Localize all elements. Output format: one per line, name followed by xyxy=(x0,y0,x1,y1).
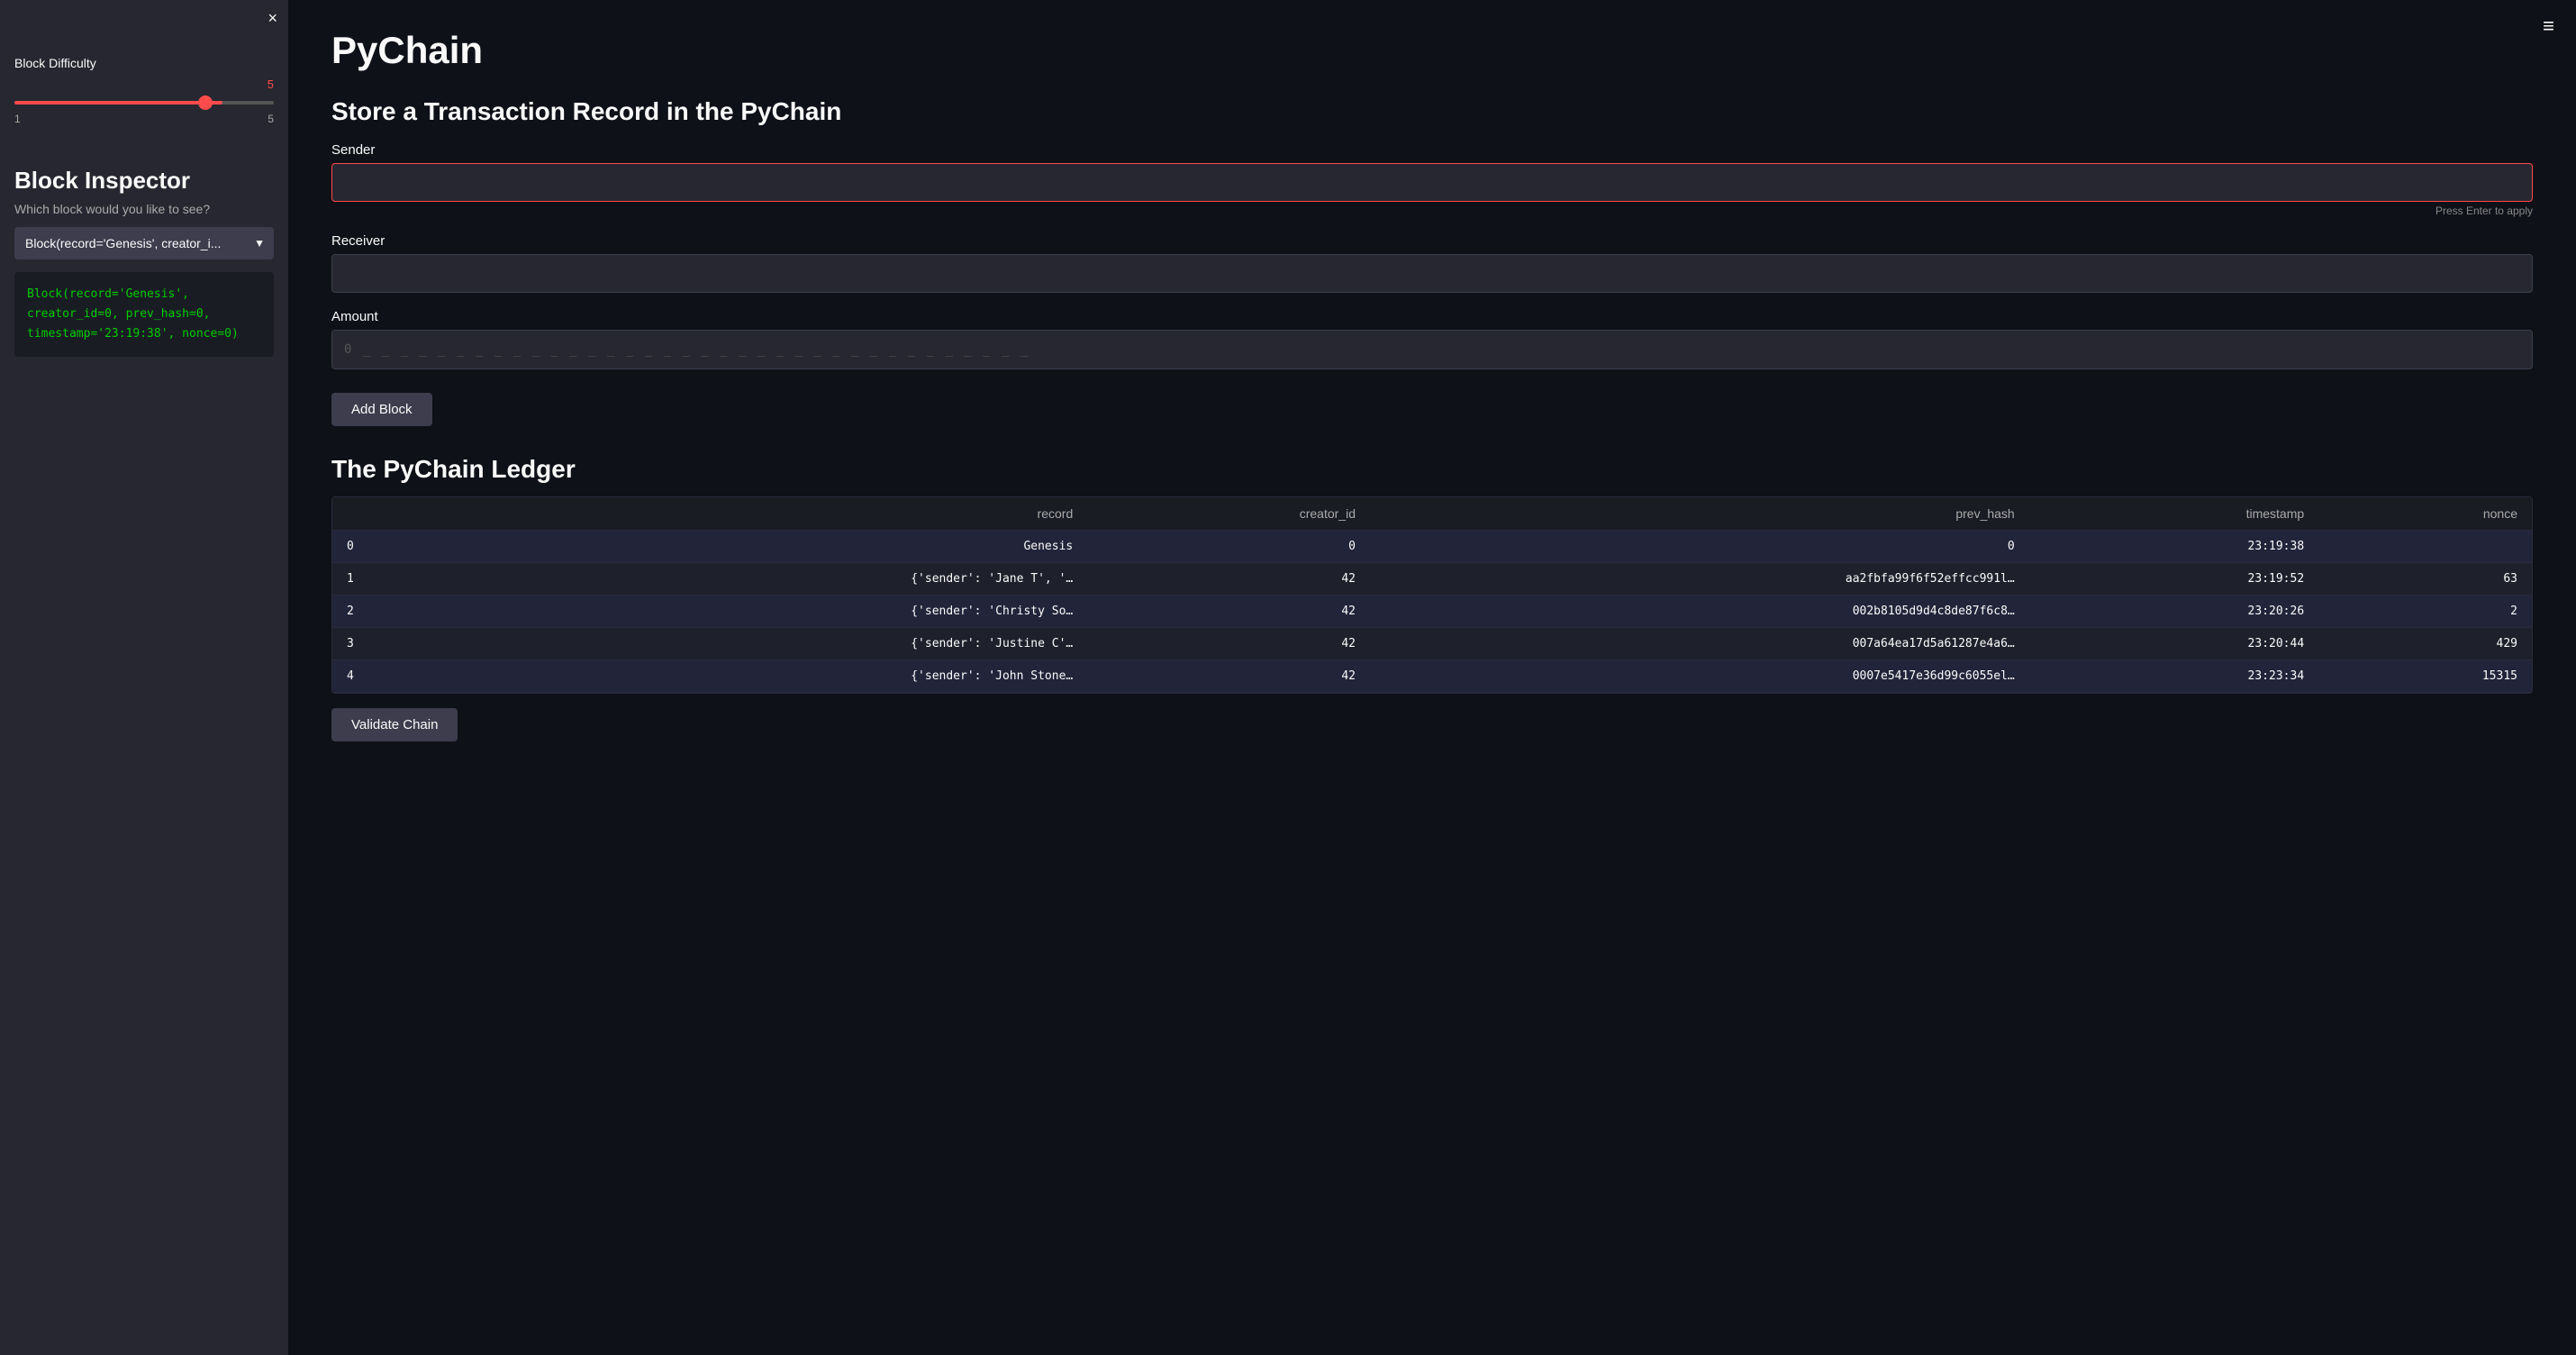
table-header-row: record creator_id prev_hash timestamp no… xyxy=(332,497,2532,531)
difficulty-label: Block Difficulty xyxy=(14,56,274,70)
table-row: 3 {'sender': 'Justine C'… 42 007a64ea17d… xyxy=(332,628,2532,660)
slider-min: 1 xyxy=(14,113,21,125)
cell-nonce: 63 xyxy=(2318,563,2532,596)
col-nonce: nonce xyxy=(2318,497,2532,531)
amount-input[interactable] xyxy=(331,330,2533,369)
cell-index: 4 xyxy=(332,660,452,693)
cell-prev-hash: aa2fbfa99f6f52effcc991l… xyxy=(1370,563,2029,596)
cell-timestamp: 23:20:44 xyxy=(2029,628,2318,660)
amount-label: Amount xyxy=(331,309,2533,324)
sender-hint: Press Enter to apply xyxy=(331,205,2533,217)
cell-record: {'sender': 'Jane T', '… xyxy=(452,563,1088,596)
slider-max: 5 xyxy=(268,113,274,125)
cell-index: 1 xyxy=(332,563,452,596)
main-content: ≡ PyChain Store a Transaction Record in … xyxy=(288,0,2576,1355)
code-line-3: timestamp='23:19:38', nonce=0) xyxy=(27,324,261,344)
cell-index: 3 xyxy=(332,628,452,660)
ledger-title: The PyChain Ledger xyxy=(331,455,2533,484)
cell-record: {'sender': 'John Stone… xyxy=(452,660,1088,693)
sender-field-group: Sender Press Enter to apply xyxy=(331,142,2533,217)
receiver-input[interactable] xyxy=(331,254,2533,293)
cell-nonce xyxy=(2318,531,2532,563)
col-prev-hash: prev_hash xyxy=(1370,497,2029,531)
cell-index: 2 xyxy=(332,596,452,628)
cell-nonce: 429 xyxy=(2318,628,2532,660)
cell-creator-id: 42 xyxy=(1087,628,1370,660)
cell-prev-hash: 002b8105d9d4c8de87f6c8… xyxy=(1370,596,2029,628)
table-row: 2 {'sender': 'Christy So… 42 002b8105d9d… xyxy=(332,596,2532,628)
col-record: record xyxy=(452,497,1088,531)
cell-prev-hash: 0007e5417e36d99c6055el… xyxy=(1370,660,2029,693)
block-select[interactable]: Block(record='Genesis', creator_i... Blo… xyxy=(14,227,274,259)
close-button[interactable]: × xyxy=(268,9,277,28)
sender-input[interactable] xyxy=(331,163,2533,202)
block-inspector-title: Block Inspector xyxy=(14,167,274,195)
sender-label: Sender xyxy=(331,142,2533,158)
cell-creator-id: 42 xyxy=(1087,563,1370,596)
difficulty-slider-container xyxy=(14,93,274,109)
add-block-button[interactable]: Add Block xyxy=(331,393,432,426)
cell-prev-hash: 0 xyxy=(1370,531,2029,563)
code-line-2: creator_id=0, prev_hash=0, xyxy=(27,305,261,324)
cell-timestamp: 23:20:26 xyxy=(2029,596,2318,628)
ledger-table-wrapper: record creator_id prev_hash timestamp no… xyxy=(331,496,2533,694)
transaction-section-title: Store a Transaction Record in the PyChai… xyxy=(331,97,2533,126)
validate-chain-button[interactable]: Validate Chain xyxy=(331,708,458,741)
app-title: PyChain xyxy=(331,29,2533,72)
cell-nonce: 15315 xyxy=(2318,660,2532,693)
ledger-table: record creator_id prev_hash timestamp no… xyxy=(332,497,2532,693)
cell-timestamp: 23:19:38 xyxy=(2029,531,2318,563)
amount-field-group: Amount 0 _ _ _ _ _ _ _ _ _ _ _ _ _ _ _ _… xyxy=(331,309,2533,369)
block-select-wrapper: Block(record='Genesis', creator_i... Blo… xyxy=(14,227,274,259)
cell-record: {'sender': 'Christy So… xyxy=(452,596,1088,628)
sidebar: × Block Difficulty 5 1 5 Block Inspector… xyxy=(0,0,288,1355)
amount-input-wrapper: 0 _ _ _ _ _ _ _ _ _ _ _ _ _ _ _ _ _ _ _ … xyxy=(331,330,2533,369)
code-line-1: Block(record='Genesis', xyxy=(27,285,261,305)
cell-timestamp: 23:23:34 xyxy=(2029,660,2318,693)
block-inspector-subtitle: Which block would you like to see? xyxy=(14,202,274,216)
receiver-field-group: Receiver xyxy=(331,233,2533,293)
col-timestamp: timestamp xyxy=(2029,497,2318,531)
cell-record: {'sender': 'Justine C'… xyxy=(452,628,1088,660)
menu-button[interactable]: ≡ xyxy=(2543,14,2554,38)
table-row: 1 {'sender': 'Jane T', '… 42 aa2fbfa99f6… xyxy=(332,563,2532,596)
cell-index: 0 xyxy=(332,531,452,563)
difficulty-slider[interactable] xyxy=(14,101,274,105)
slider-value-display: 5 xyxy=(268,77,274,91)
cell-creator-id: 42 xyxy=(1087,660,1370,693)
receiver-label: Receiver xyxy=(331,233,2533,249)
cell-prev-hash: 007a64ea17d5a61287e4a6… xyxy=(1370,628,2029,660)
cell-creator-id: 0 xyxy=(1087,531,1370,563)
table-row: 4 {'sender': 'John Stone… 42 0007e5417e3… xyxy=(332,660,2532,693)
col-index xyxy=(332,497,452,531)
cell-nonce: 2 xyxy=(2318,596,2532,628)
col-creator-id: creator_id xyxy=(1087,497,1370,531)
table-row: 0 Genesis 0 0 23:19:38 xyxy=(332,531,2532,563)
cell-record: Genesis xyxy=(452,531,1088,563)
block-code-display: Block(record='Genesis', creator_id=0, pr… xyxy=(14,272,274,357)
cell-creator-id: 42 xyxy=(1087,596,1370,628)
ledger-table-body: 0 Genesis 0 0 23:19:38 1 {'sender': 'Jan… xyxy=(332,531,2532,693)
cell-timestamp: 23:19:52 xyxy=(2029,563,2318,596)
